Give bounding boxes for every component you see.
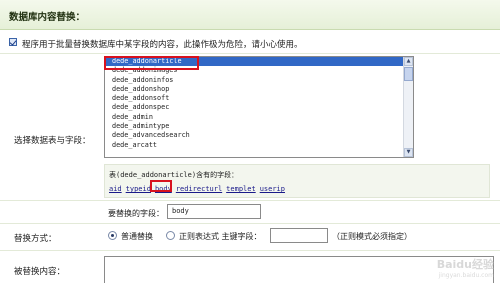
- table-list-item[interactable]: dede_addoninfos: [105, 76, 403, 85]
- scroll-up-icon[interactable]: ▲: [404, 57, 413, 66]
- page-header: 数据库内容替换：: [0, 0, 500, 30]
- radio-normal-replace[interactable]: [108, 231, 117, 240]
- watermark-logo: Baidu经验 jingyan.baidu.com: [437, 256, 494, 279]
- field-link[interactable]: templet: [226, 185, 256, 193]
- divider: [0, 200, 500, 201]
- table-list-item[interactable]: dede_addonsoft: [105, 94, 403, 103]
- notice-text: 程序用于批量替换数据库中某字段的内容，此操作极为危险，请小心使用。: [22, 40, 303, 50]
- scroll-thumb[interactable]: [404, 67, 413, 81]
- content-label: 被替换内容：: [14, 267, 66, 277]
- watermark-main: Baidu经验: [436, 258, 494, 271]
- replace-field-label: 要替换的字段：: [108, 209, 164, 218]
- table-list-item[interactable]: dede_addonspec: [105, 103, 403, 112]
- content-textarea[interactable]: [104, 256, 494, 283]
- fields-title: 表(dede_addonarticle)含有的字段：: [109, 171, 239, 179]
- divider: [0, 250, 500, 251]
- radio-regex-label: 正则表达式 主键字段：: [179, 232, 262, 241]
- table-list-item[interactable]: dede_addonshop: [105, 85, 403, 94]
- table-list-item[interactable]: dede_arcatt: [105, 141, 403, 150]
- radio-regex-replace[interactable]: [166, 231, 175, 240]
- field-link[interactable]: aid: [109, 185, 122, 193]
- regex-note: （正则模式必须指定）: [332, 232, 412, 241]
- field-links: aid typeid body redirecturl templet userip: [109, 184, 289, 193]
- table-listbox[interactable]: dede_addonarticle dede_addonimages dede_ad…: [104, 56, 414, 158]
- notice-row: 程序用于批量替换数据库中某字段的内容，此操作极为危险，请小心使用。: [0, 30, 500, 54]
- table-list-item[interactable]: dede_admin: [105, 113, 403, 122]
- replace-mode-label: 替换方式：: [14, 234, 57, 244]
- key-field-input[interactable]: [270, 228, 328, 243]
- body-field-highlight-box: [150, 180, 172, 192]
- watermark-sub: jingyan.baidu.com: [438, 272, 494, 279]
- replace-field-input[interactable]: body: [167, 204, 261, 219]
- table-list-item[interactable]: dede_admintype: [105, 122, 403, 131]
- selected-item-highlight-box: [104, 56, 199, 70]
- radio-normal-label: 普通替换: [121, 232, 153, 241]
- listbox-scrollbar[interactable]: ▲ ▼: [403, 57, 413, 157]
- checkbox-icon[interactable]: [9, 38, 17, 46]
- page-title: 数据库内容替换：: [9, 12, 86, 23]
- field-link[interactable]: userip: [260, 185, 285, 193]
- field-link[interactable]: typeid: [126, 185, 151, 193]
- table-list-items: dede_addonarticle dede_addonimages dede_ad…: [105, 57, 403, 150]
- divider: [0, 223, 500, 224]
- table-list-item[interactable]: dede_advancedsearch: [105, 131, 403, 140]
- field-link[interactable]: redirecturl: [176, 185, 222, 193]
- select-table-label: 选择数据表与字段：: [14, 136, 91, 146]
- scroll-down-icon[interactable]: ▼: [404, 148, 413, 157]
